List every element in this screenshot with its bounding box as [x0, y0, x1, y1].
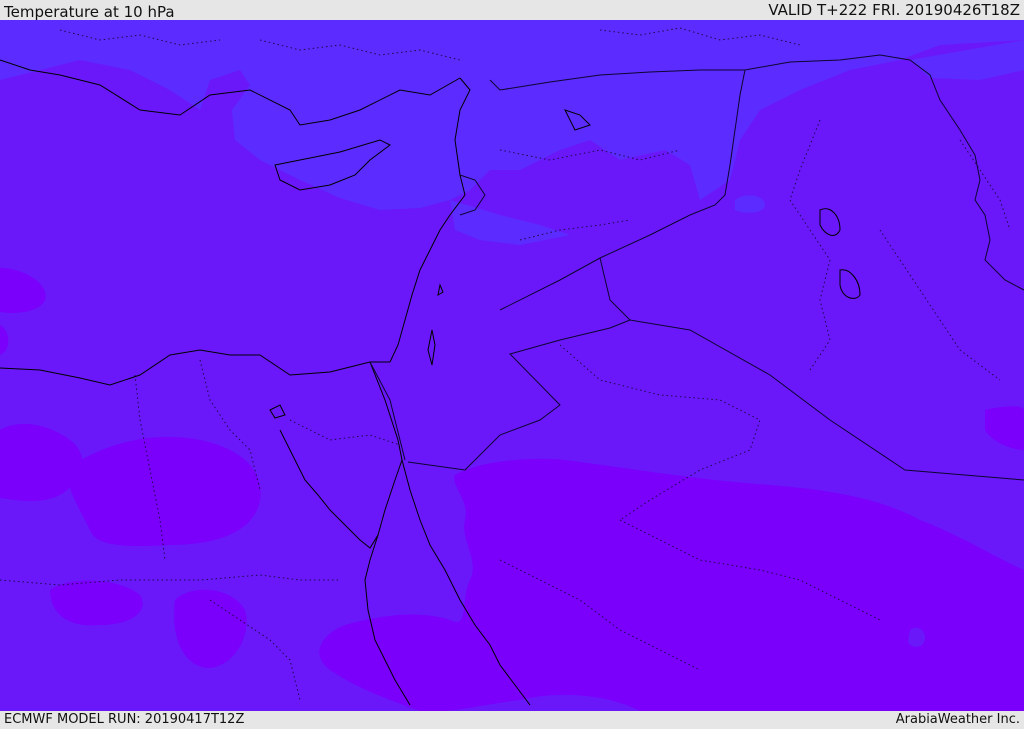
warm-patch-egypt-center — [65, 436, 261, 547]
map-svg — [0, 20, 1024, 711]
header-bar: Temperature at 10 hPa VALID T+222 FRI. 2… — [0, 0, 1024, 21]
valid-time: VALID T+222 FRI. 20190426T18Z — [768, 1, 1020, 19]
map-area[interactable] — [0, 20, 1024, 711]
footer-bar: ECMWF MODEL RUN: 20190417T12Z ArabiaWeat… — [0, 711, 1024, 729]
model-run: ECMWF MODEL RUN: 20190417T12Z — [4, 712, 245, 727]
credit: ArabiaWeather Inc. — [895, 712, 1020, 727]
map-title: Temperature at 10 hPa — [4, 3, 175, 21]
